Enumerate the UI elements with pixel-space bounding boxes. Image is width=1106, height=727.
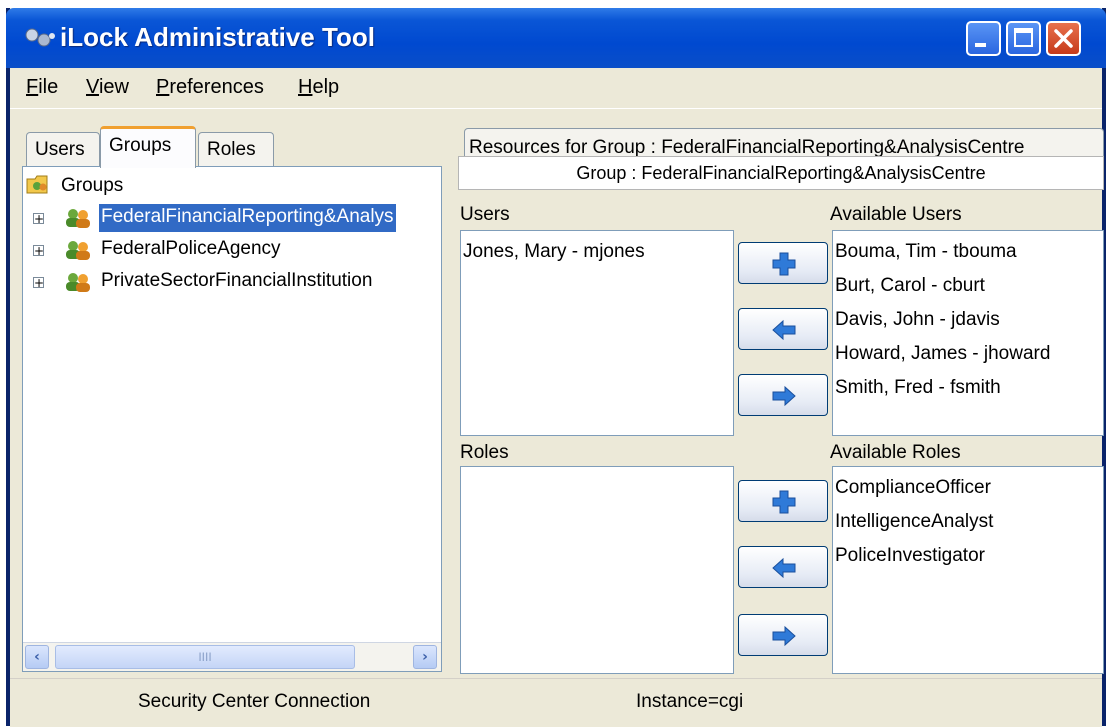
scroll-thumb[interactable]: IIII: [55, 645, 355, 669]
group-tree[interactable]: Groups + FederalFinancialReporting&Analy…: [22, 166, 442, 672]
minimize-icon: [975, 43, 986, 47]
menu-view-mnemonic: V: [86, 76, 99, 98]
available-users-label: Available Users: [830, 204, 962, 225]
expand-icon[interactable]: +: [33, 213, 44, 225]
scroll-left-button[interactable]: ‹: [25, 645, 49, 669]
menu-view[interactable]: View: [86, 76, 129, 99]
list-item[interactable]: ComplianceOfficer: [835, 477, 991, 499]
list-item[interactable]: Burt, Carol - cburt: [835, 275, 985, 297]
tree-item-label: FederalPoliceAgency: [101, 238, 281, 259]
add-user-button[interactable]: [738, 242, 828, 284]
menu-bar: File View Preferences Help: [10, 68, 1102, 109]
group-header-label: Group : FederalFinancialReporting&Analys…: [576, 163, 986, 183]
menu-file[interactable]: File: [26, 76, 58, 99]
list-item[interactable]: Bouma, Tim - tbouma: [835, 241, 1017, 263]
expand-icon[interactable]: +: [33, 245, 44, 257]
tab-roles-label: Roles: [207, 139, 256, 160]
tree-root-label: Groups: [61, 175, 124, 196]
menu-help-mnemonic: H: [298, 76, 313, 98]
window-title: iLock Administrative Tool: [60, 22, 375, 52]
menu-preferences-mnemonic: P: [156, 76, 170, 98]
tab-groups[interactable]: Groups: [100, 126, 196, 168]
tab-roles[interactable]: Roles: [198, 132, 274, 166]
folder-groups-icon: [26, 175, 48, 194]
close-icon: [1054, 29, 1073, 48]
minimize-button[interactable]: [966, 21, 1001, 56]
arrow-left-icon: [772, 557, 796, 579]
menu-help[interactable]: Help: [298, 76, 339, 99]
move-role-right-button[interactable]: [738, 614, 828, 656]
left-panel: Users Groups Roles Groups + FederalFinan…: [20, 118, 444, 678]
maximize-button[interactable]: [1006, 21, 1041, 56]
main-window: iLock Administrative Tool File View Pref…: [6, 8, 1106, 727]
maximize-icon: [1014, 28, 1033, 47]
tab-users-label: Users: [35, 139, 85, 160]
group-header: Group : FederalFinancialReporting&Analys…: [458, 156, 1104, 190]
users-icon: [25, 28, 55, 47]
menu-help-label: elp: [312, 76, 340, 98]
add-role-button[interactable]: [738, 480, 828, 522]
menu-preferences-label: references: [169, 76, 264, 98]
available-roles-label: Available Roles: [830, 442, 961, 463]
list-item[interactable]: PoliceInvestigator: [835, 545, 985, 567]
list-item[interactable]: Jones, Mary - mjones: [463, 241, 645, 263]
tab-users[interactable]: Users: [26, 132, 100, 166]
instance-status: Instance=cgi: [636, 691, 744, 712]
tree-item-label: FederalFinancialReporting&Analys: [99, 204, 396, 232]
roles-list[interactable]: [460, 466, 734, 674]
arrow-right-icon: [772, 385, 796, 407]
available-roles-list[interactable]: ComplianceOfficer IntelligenceAnalyst Po…: [832, 466, 1104, 674]
tree-item[interactable]: + FederalFinancialReporting&Analys: [23, 204, 441, 233]
move-user-right-button[interactable]: [738, 374, 828, 416]
users-list[interactable]: Jones, Mary - mjones: [460, 230, 734, 436]
plus-icon: [772, 252, 796, 276]
available-users-list[interactable]: Bouma, Tim - tbouma Burt, Carol - cburt …: [832, 230, 1104, 436]
right-panel: Resources for Group : FederalFinancialRe…: [454, 118, 1104, 678]
tab-resources-label: Resources for Group : FederalFinancialRe…: [469, 137, 1025, 158]
group-icon: [66, 241, 90, 260]
menu-view-label: iew: [98, 76, 129, 98]
status-bar: Security Center Connection Instance=cgi: [10, 678, 1102, 727]
arrow-left-icon: [772, 319, 796, 341]
menu-file-label: ile: [38, 76, 59, 98]
horizontal-scrollbar[interactable]: ‹ IIII ›: [23, 642, 441, 671]
chevron-right-icon: ›: [422, 649, 428, 665]
menu-preferences[interactable]: Preferences: [156, 76, 264, 99]
chevron-left-icon: ‹: [34, 649, 40, 665]
list-item[interactable]: Howard, James - jhoward: [835, 343, 1050, 365]
expand-icon[interactable]: +: [33, 277, 44, 289]
list-item[interactable]: Smith, Fred - fsmith: [835, 377, 1001, 399]
tab-groups-label: Groups: [109, 135, 172, 156]
menu-file-mnemonic: F: [26, 76, 39, 98]
list-item[interactable]: IntelligenceAnalyst: [835, 511, 993, 533]
plus-icon: [772, 490, 796, 514]
close-button[interactable]: [1046, 21, 1081, 56]
list-item[interactable]: Davis, John - jdavis: [835, 309, 1000, 331]
tree-item-label: PrivateSectorFinancialInstitution: [101, 270, 373, 291]
scroll-right-button[interactable]: ›: [413, 645, 437, 669]
title-bar[interactable]: iLock Administrative Tool: [6, 8, 1106, 68]
scroll-thumb-grip: IIII: [198, 650, 212, 664]
connection-status: Security Center Connection: [138, 691, 371, 712]
move-role-left-button[interactable]: [738, 546, 828, 588]
roles-label: Roles: [460, 442, 509, 463]
group-icon: [66, 273, 90, 292]
arrow-right-icon: [772, 625, 796, 647]
move-user-left-button[interactable]: [738, 308, 828, 350]
group-icon: [66, 209, 90, 228]
users-label: Users: [460, 204, 510, 225]
